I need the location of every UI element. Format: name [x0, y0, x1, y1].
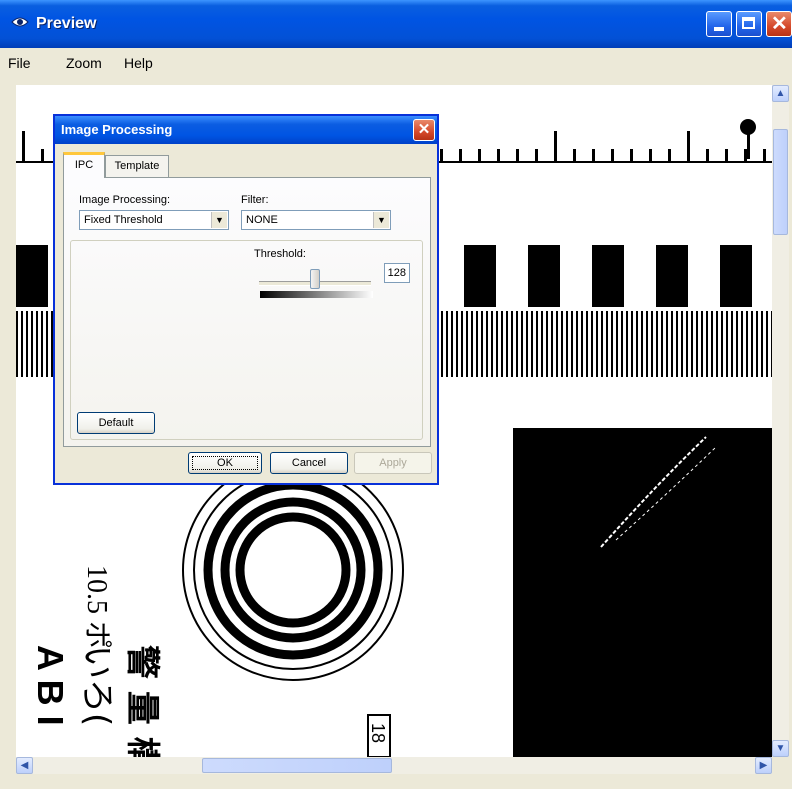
horizontal-scroll-thumb[interactable] — [202, 758, 392, 773]
dialog-close-button[interactable]: ✕ — [413, 119, 435, 141]
filter-select[interactable]: NONE ▼ — [241, 210, 391, 230]
focus-rectangle — [192, 456, 258, 470]
image-processing-select[interactable]: Fixed Threshold ▼ — [79, 210, 229, 230]
ok-button[interactable]: OK — [188, 452, 262, 474]
dialog-title-bar[interactable]: Image Processing ✕ — [55, 116, 437, 144]
default-button[interactable]: Default — [77, 412, 155, 434]
image-processing-dialog: Image Processing ✕ IPC Template Image Pr… — [53, 114, 439, 485]
minimize-icon — [714, 27, 724, 31]
filter-label: Filter: — [241, 194, 269, 206]
threshold-slider-thumb[interactable] — [310, 269, 320, 289]
maximize-button[interactable] — [736, 11, 762, 37]
scroll-down-button[interactable]: ▼ — [772, 740, 789, 757]
close-icon: ✕ — [771, 13, 788, 35]
threshold-gradient-bar — [260, 291, 373, 298]
boxed-text: 18 — [368, 723, 388, 743]
dialog-title: Image Processing — [61, 122, 173, 137]
threshold-label: Threshold: — [254, 248, 306, 260]
parameters-group — [70, 240, 423, 440]
preview-window: Preview ✕ File Zoom Help 10.5 ポ A B I いろ… — [0, 0, 792, 789]
app-eye-icon — [10, 14, 32, 32]
minimize-button[interactable] — [706, 11, 732, 37]
scroll-right-button[interactable]: ▶ — [755, 757, 772, 774]
tab-template[interactable]: Template — [105, 155, 169, 177]
horizontal-scrollbar[interactable]: ◀ ▶ — [16, 757, 772, 774]
title-bar[interactable]: Preview ✕ — [0, 0, 792, 48]
maximize-icon — [742, 17, 755, 29]
menu-bar: File Zoom Help — [4, 51, 788, 75]
scroll-left-button[interactable]: ◀ — [16, 757, 33, 774]
image-processing-label: Image Processing: — [79, 194, 171, 206]
dark-photo-region — [513, 428, 772, 757]
window-title: Preview — [36, 15, 97, 32]
close-icon: ✕ — [417, 121, 431, 138]
vertical-text-2: A B I — [30, 645, 71, 726]
vertical-text-3: いろ( — [77, 645, 117, 726]
menu-file[interactable]: File — [8, 55, 31, 71]
scroll-up-button[interactable]: ▲ — [772, 85, 789, 102]
concentric-circles — [182, 459, 404, 681]
vertical-text-1: 10.5 ポ — [81, 565, 113, 649]
filter-value: NONE — [246, 214, 278, 226]
menu-zoom[interactable]: Zoom — [66, 55, 102, 71]
vertical-scrollbar[interactable]: ▲ ▼ — [772, 85, 789, 757]
image-processing-value: Fixed Threshold — [84, 214, 163, 226]
threshold-value-field[interactable]: 128 — [384, 263, 410, 283]
chevron-down-icon: ▼ — [211, 212, 227, 228]
vertical-text-4: 警 量 構 — [122, 645, 162, 757]
close-button[interactable]: ✕ — [766, 11, 792, 37]
chevron-down-icon: ▼ — [373, 212, 389, 228]
tab-ipc[interactable]: IPC — [63, 152, 105, 178]
apply-button[interactable]: Apply — [354, 452, 432, 474]
vertical-scroll-thumb[interactable] — [773, 129, 788, 235]
menu-help[interactable]: Help — [124, 55, 153, 71]
scrollbar-corner — [772, 757, 789, 774]
cancel-button[interactable]: Cancel — [270, 452, 348, 474]
